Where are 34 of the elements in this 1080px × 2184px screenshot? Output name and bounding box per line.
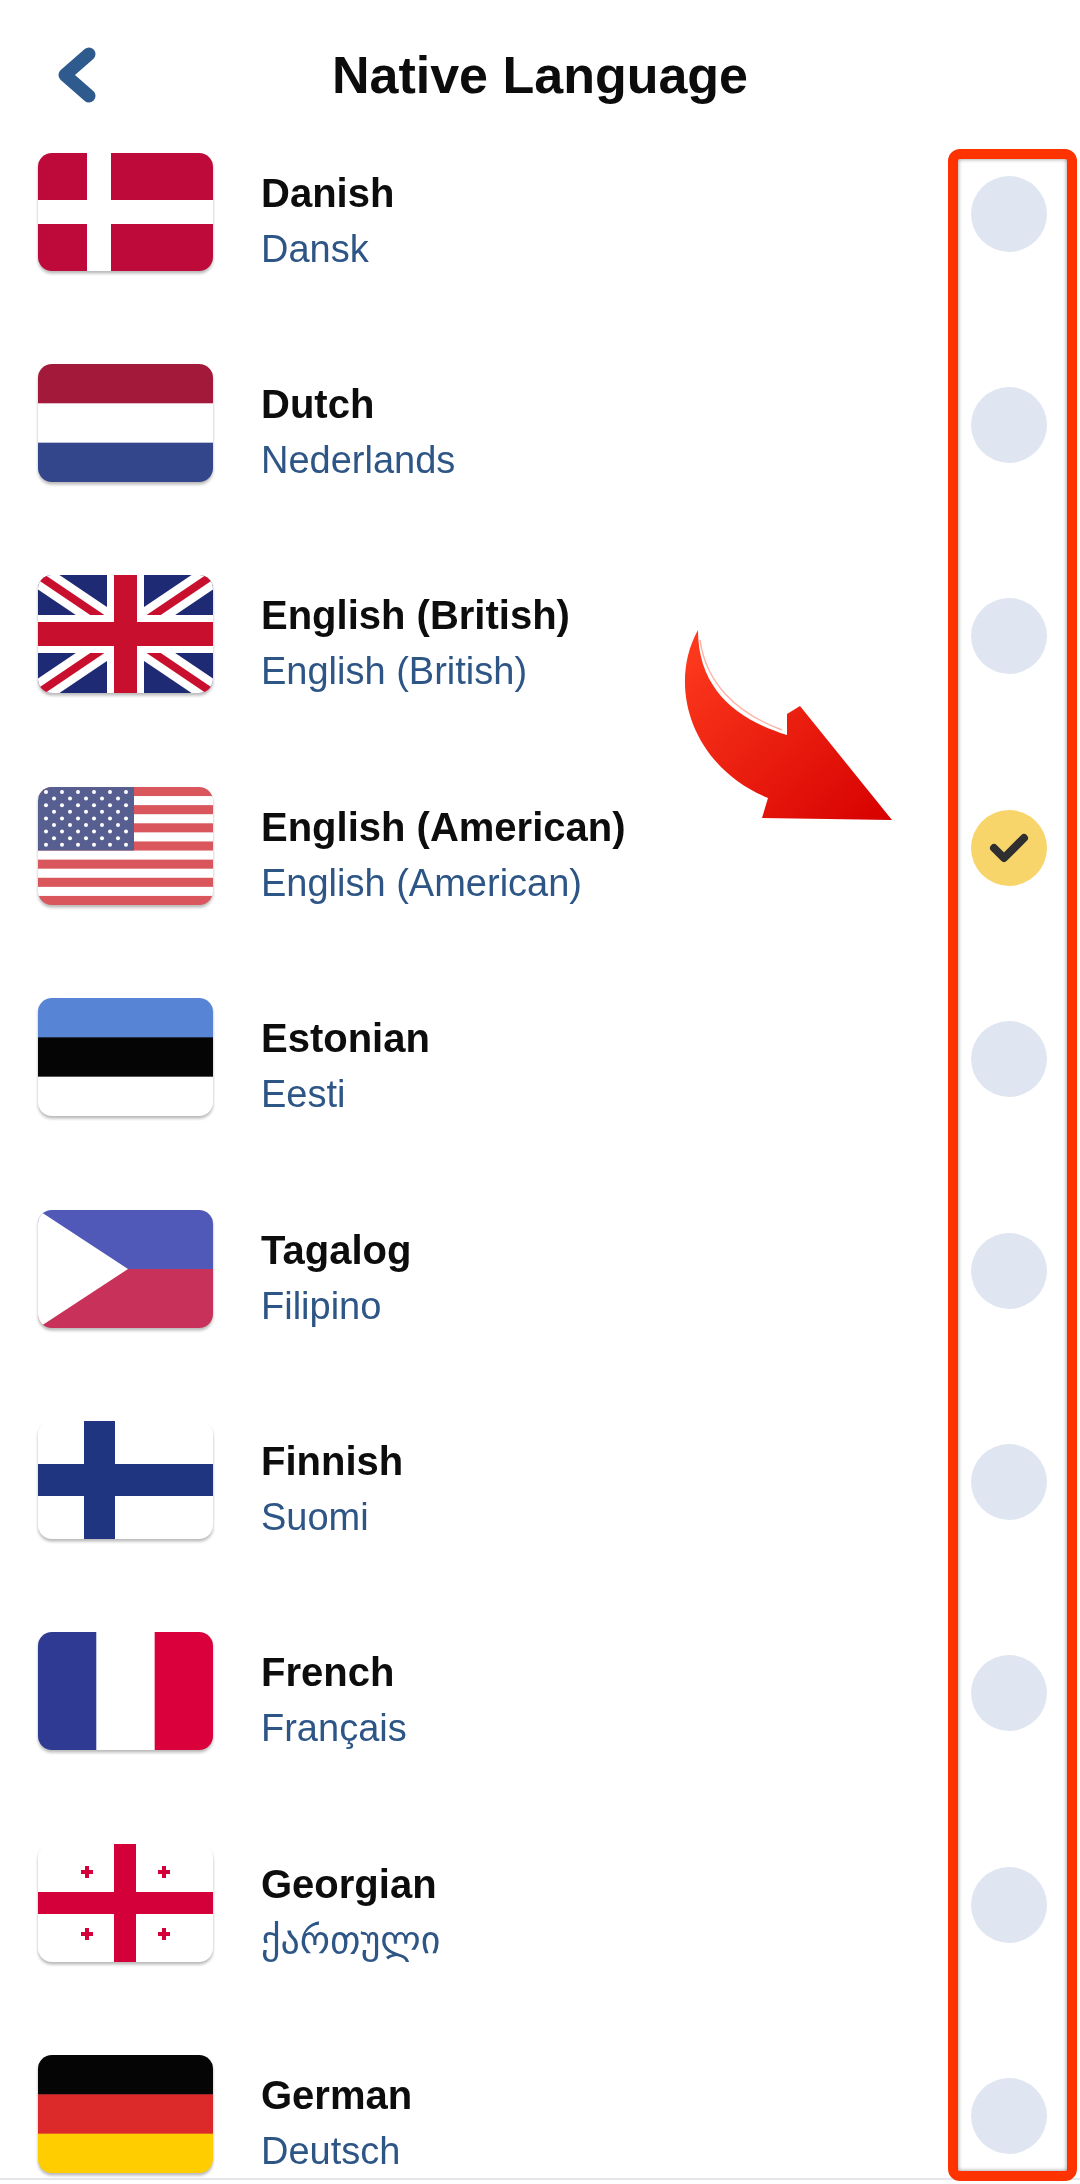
native-language-name: Nederlands — [261, 438, 456, 484]
netherlands-flag-icon — [36, 363, 215, 488]
germany-flag-icon — [36, 2054, 215, 2178]
language-name: Finnish — [261, 1438, 404, 1486]
georgia-flag-icon — [36, 1842, 215, 1967]
native-language-name: Deutsch — [261, 2129, 401, 2175]
native-language-name: English (British) — [261, 649, 528, 695]
checkmark-icon — [989, 832, 1029, 863]
language-name: English (American) — [261, 803, 626, 851]
denmark-flag-icon — [36, 151, 215, 276]
union-jack-flag-icon — [36, 574, 215, 699]
native-language-name: Suomi — [261, 1495, 369, 1541]
language-name: English (British) — [261, 592, 570, 640]
france-flag-icon — [36, 1631, 215, 1756]
language-name: Danish — [261, 169, 395, 217]
screen-title: Native Language — [331, 45, 749, 105]
finland-flag-icon — [36, 1420, 215, 1545]
language-name: German — [261, 2072, 413, 2120]
language-name: Georgian — [261, 1860, 437, 1908]
native-language-name: Dansk — [261, 226, 369, 272]
native-language-name: ქართული — [261, 1917, 441, 1964]
estonia-flag-icon — [36, 997, 215, 1122]
language-name: French — [261, 1649, 395, 1697]
native-language-name: Filipino — [261, 1283, 382, 1329]
native-language-name: Eesti — [261, 1072, 346, 1118]
us-flag-icon — [36, 785, 215, 910]
language-name: Estonian — [261, 1015, 430, 1063]
native-language-name: English (American) — [261, 860, 582, 906]
language-name: Tagalog — [261, 1226, 412, 1274]
native-language-name: Français — [261, 1706, 407, 1752]
philippines-flag-icon — [36, 1208, 215, 1333]
back-button[interactable] — [56, 47, 97, 103]
chevron-left-icon — [56, 47, 97, 103]
language-name: Dutch — [261, 381, 375, 429]
